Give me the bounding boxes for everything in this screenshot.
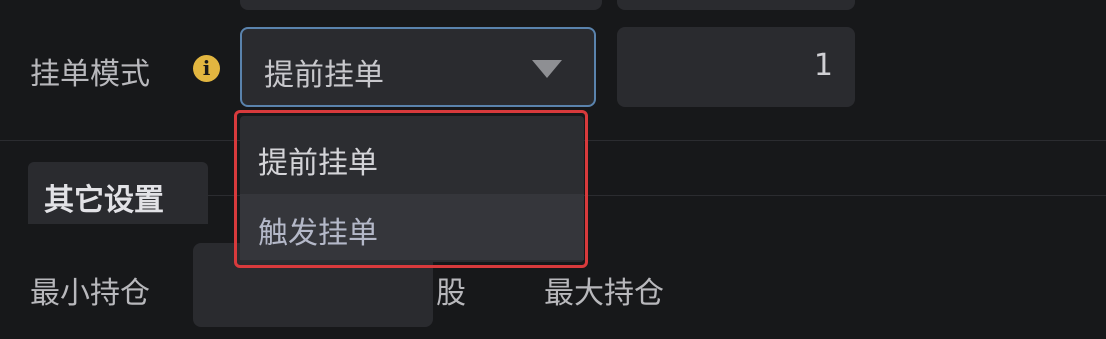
order-mode-selected-value: 提前挂单 [264, 58, 384, 93]
info-icon[interactable]: i [193, 55, 220, 82]
order-mode-select[interactable]: 提前挂单 [240, 27, 596, 107]
tab-other-settings-label: 其它设置 [44, 183, 164, 218]
top-left-field[interactable] [240, 0, 602, 10]
quantity-value: 1 [813, 48, 833, 83]
unit-label: 股 [436, 276, 466, 311]
tab-other-settings[interactable]: 其它设置 [28, 162, 208, 224]
highlight-box [234, 110, 588, 268]
max-position-label: 最大持仓 [544, 276, 664, 311]
quantity-input[interactable]: 1 [617, 27, 855, 107]
chevron-down-icon [532, 60, 562, 78]
min-position-label: 最小持仓 [30, 276, 150, 311]
top-right-field[interactable] [617, 0, 855, 10]
order-mode-label: 挂单模式 [30, 57, 150, 92]
